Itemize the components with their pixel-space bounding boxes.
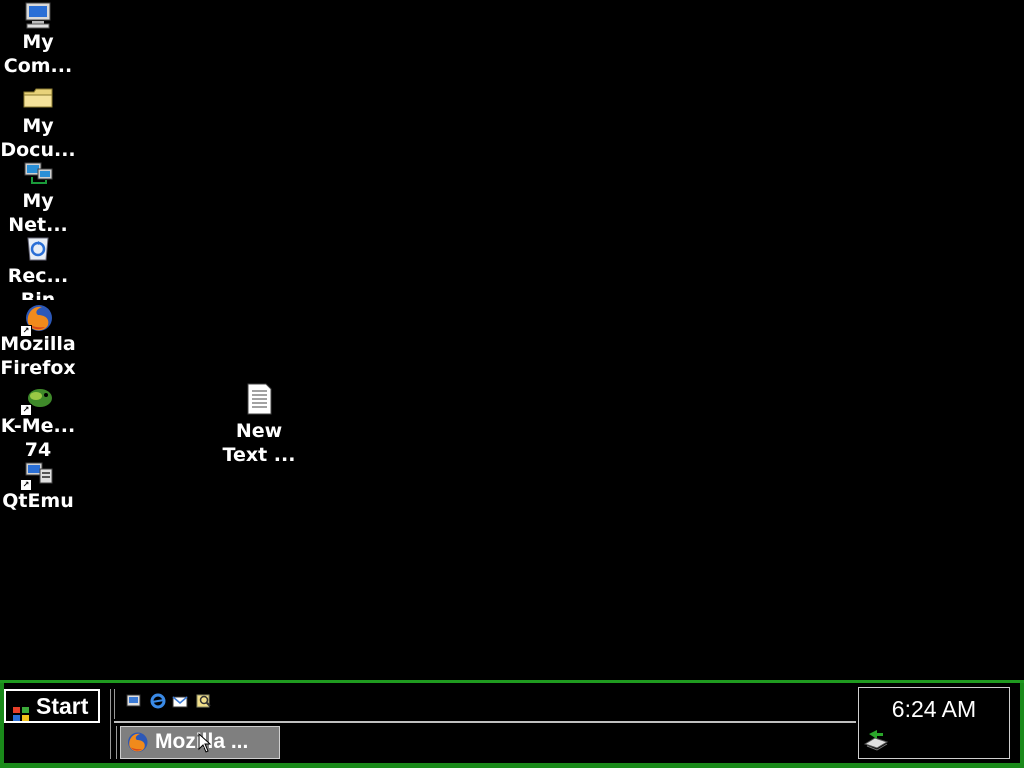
desktop-icon-k-meleon[interactable]: ↗ K-Me... 74 [0, 386, 76, 462]
qtemu-icon: ↗ [20, 461, 54, 491]
toolbar-separator [110, 689, 111, 759]
network-connection-icon[interactable] [863, 728, 889, 752]
system-tray: 6:24 AM [858, 687, 1010, 759]
desktop[interactable]: My Com... My Docu... My Net... Rec... Bi… [0, 0, 1024, 680]
desktop-icon-label: My Com... [3, 31, 73, 77]
windows-flag-icon [12, 699, 30, 721]
folder-icon [22, 86, 54, 114]
desktop-icon-label: K-Me... 74 [0, 415, 76, 461]
taskbar-row-divider [114, 721, 856, 723]
start-label: Start [36, 693, 89, 719]
toolbar-separator [114, 689, 115, 719]
shortcut-arrow-icon: ↗ [20, 479, 32, 491]
toolbar-separator [116, 726, 117, 759]
text-document-icon [243, 383, 275, 415]
network-icon [22, 161, 54, 189]
firefox-icon [125, 731, 149, 755]
desktop-icon-mozilla-firefox[interactable]: ↗ Mozilla Firefox [0, 303, 76, 380]
outlook-express-icon[interactable] [172, 693, 188, 709]
search-icon[interactable] [196, 693, 212, 709]
desktop-icon-new-text-document[interactable]: New Text ... [221, 383, 297, 467]
k-meleon-icon: ↗ [20, 386, 54, 416]
computer-icon [22, 2, 54, 30]
internet-explorer-icon[interactable] [150, 693, 166, 709]
desktop-icon-my-network[interactable]: My Net... [0, 161, 76, 237]
desktop-icon-label: My Docu... [0, 115, 76, 161]
start-button[interactable]: Start [4, 689, 100, 723]
shortcut-arrow-icon: ↗ [20, 404, 32, 416]
clock[interactable]: 6:24 AM [859, 696, 1009, 723]
desktop-icon-label: Rec... Bin [7, 265, 69, 300]
taskbar: Start Mozilla ... 6:24 AM [0, 680, 1024, 768]
mouse-cursor-icon [198, 733, 212, 753]
firefox-icon: ↗ [20, 303, 54, 337]
desktop-icon-my-computer[interactable]: My Com... [0, 2, 76, 78]
recycle-bin-icon [22, 236, 54, 264]
shortcut-arrow-icon: ↗ [20, 325, 32, 337]
desktop-icon-label: QtEmu [2, 490, 74, 512]
desktop-icon-label: Mozilla Firefox [0, 333, 76, 379]
desktop-icon-label: My Net... [8, 190, 68, 236]
show-desktop-icon[interactable] [126, 693, 142, 709]
desktop-icon-my-documents[interactable]: My Docu... [0, 86, 76, 162]
desktop-icon-label: New Text ... [222, 420, 296, 466]
desktop-icon-qtemu[interactable]: ↗ QtEmu [0, 461, 76, 513]
desktop-icon-recycle-bin[interactable]: Rec... Bin [0, 236, 76, 300]
